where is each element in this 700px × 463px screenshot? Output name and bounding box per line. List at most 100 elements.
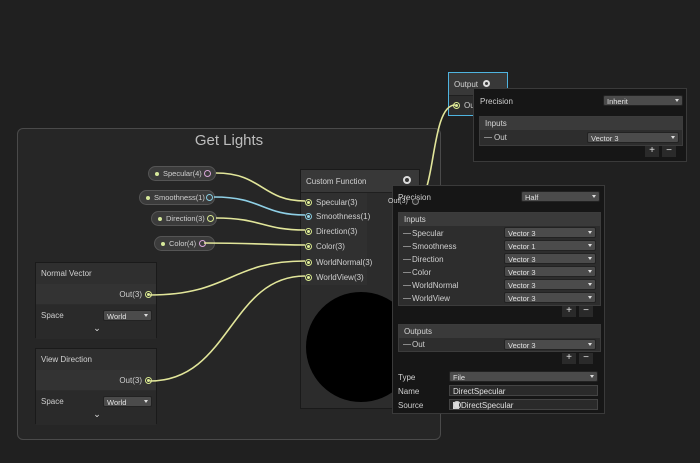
drag-handle-icon[interactable] [403, 272, 411, 273]
name-field[interactable]: DirectSpecular [449, 385, 598, 396]
space-dropdown[interactable]: World [103, 396, 152, 407]
chevron-down-icon [592, 195, 596, 198]
input-name: Color [412, 268, 432, 277]
input-port-smoothness[interactable] [305, 213, 312, 220]
input-label: Specular(3) [316, 198, 358, 207]
input-name: Smoothness [412, 242, 457, 251]
output-settings-panel: Precision Inherit Inputs Out Vector 3 + … [473, 88, 687, 162]
add-input-button[interactable]: + [645, 146, 659, 157]
precision-dropdown[interactable]: Half [521, 191, 600, 202]
node-title: View Direction [41, 355, 92, 364]
property-port[interactable] [199, 240, 206, 247]
normal-vector-node[interactable]: Normal Vector Out(3) Space World ⌄ [35, 262, 157, 339]
inputs-list: Inputs Specular Vector 3 Smoothness Vect… [398, 212, 601, 306]
settings-gear-icon[interactable] [403, 176, 411, 184]
output-type-value: Vector 3 [508, 341, 536, 350]
remove-input-button[interactable]: − [579, 306, 593, 317]
chevron-down-icon [588, 296, 592, 299]
source-label: Source [398, 401, 424, 410]
precision-label: Precision [480, 97, 513, 106]
drag-handle-icon[interactable] [403, 259, 411, 260]
input-type-dropdown[interactable]: Vector 3 [504, 227, 596, 238]
add-output-button[interactable]: + [562, 353, 576, 364]
input-port-direction[interactable] [305, 228, 312, 235]
custom-output-label: Out(3) [388, 198, 408, 205]
input-port-color[interactable] [305, 243, 312, 250]
type-value: File [453, 373, 466, 382]
output-label: Out(3) [119, 290, 142, 299]
input-type-value: Vector 1 [508, 242, 536, 251]
settings-gear-icon[interactable] [483, 80, 490, 87]
input-port-worldnormal[interactable] [305, 259, 312, 266]
property-port[interactable] [204, 170, 211, 177]
source-field[interactable]: DirectSpecular [449, 399, 598, 410]
input-port-specular[interactable] [305, 199, 312, 206]
precision-value: Inherit [607, 97, 628, 106]
chevron-down-icon [588, 231, 592, 234]
input-name: Out [494, 133, 507, 142]
input-type-value: Vector 3 [508, 255, 536, 264]
chevron-down-icon [671, 136, 675, 139]
drag-handle-icon[interactable] [403, 246, 411, 247]
property-dot [146, 196, 150, 200]
drag-handle-icon[interactable] [403, 233, 411, 234]
property-dot [161, 242, 165, 246]
property-dot [158, 217, 162, 221]
input-label: WorldView(3) [316, 273, 364, 282]
remove-output-button[interactable]: − [579, 353, 593, 364]
inputs-list: Inputs Out Vector 3 [479, 116, 683, 146]
add-input-button[interactable]: + [562, 306, 576, 317]
property-label: Color(4) [169, 239, 197, 248]
input-port-worldview[interactable] [305, 274, 312, 281]
property-specular[interactable]: Specular(4) [148, 166, 216, 181]
node-title: Normal Vector [41, 269, 92, 278]
chevron-down-icon [590, 375, 594, 378]
chevron-down-icon [588, 257, 592, 260]
drag-handle-icon[interactable] [403, 285, 411, 286]
input-port-out[interactable] [453, 102, 460, 109]
input-type-value: Vector 3 [508, 281, 536, 290]
space-dropdown[interactable]: World [103, 310, 152, 321]
expand-chevron-icon[interactable]: ⌄ [91, 409, 103, 420]
precision-dropdown[interactable]: Inherit [603, 95, 683, 106]
drag-handle-icon[interactable] [484, 137, 492, 138]
inputs-title: Inputs [404, 215, 426, 224]
output-row: Out(3) [36, 370, 156, 390]
property-smoothness[interactable]: Smoothness(1) [139, 190, 215, 205]
input-type-dropdown[interactable]: Vector 1 [504, 240, 596, 251]
input-type-dropdown[interactable]: Vector 3 [504, 253, 596, 264]
view-direction-node[interactable]: View Direction Out(3) Space World ⌄ [35, 348, 157, 425]
input-type-dropdown[interactable]: Vector 3 [504, 266, 596, 277]
property-direction[interactable]: Direction(3) [151, 211, 217, 226]
output-port[interactable] [145, 377, 152, 384]
property-color[interactable]: Color(4) [154, 236, 215, 251]
object-picker-icon[interactable] [453, 401, 461, 409]
chevron-down-icon [588, 343, 592, 346]
input-type-dropdown[interactable]: Vector 3 [504, 292, 596, 303]
group-title: Get Lights [194, 132, 264, 149]
property-port[interactable] [206, 194, 213, 201]
input-ports: Specular(3) Smoothness(1) Direction(3) C… [301, 193, 372, 285]
chevron-down-icon [144, 400, 148, 403]
expand-chevron-icon[interactable]: ⌄ [91, 323, 103, 334]
output-port[interactable] [145, 291, 152, 298]
node-settings: Space World ⌄ [36, 391, 156, 425]
custom-output-port[interactable] [412, 198, 419, 205]
outputs-list: Outputs Out Vector 3 [398, 324, 601, 352]
property-label: Direction(3) [166, 214, 205, 223]
name-value: DirectSpecular [453, 387, 506, 396]
output-label: Out(3) [119, 376, 142, 385]
node-title: Custom Function [306, 177, 367, 186]
input-type-dropdown[interactable]: Vector 3 [587, 132, 679, 143]
chevron-down-icon [588, 283, 592, 286]
input-type-value: Vector 3 [591, 134, 619, 143]
output-type-dropdown[interactable]: Vector 3 [504, 339, 596, 350]
type-dropdown[interactable]: File [449, 371, 598, 382]
drag-handle-icon[interactable] [403, 298, 411, 299]
input-type-dropdown[interactable]: Vector 3 [504, 279, 596, 290]
input-name: WorldView [412, 294, 450, 303]
remove-input-button[interactable]: − [662, 146, 676, 157]
property-port[interactable] [207, 215, 214, 222]
drag-handle-icon[interactable] [403, 344, 411, 345]
property-dot [155, 172, 159, 176]
